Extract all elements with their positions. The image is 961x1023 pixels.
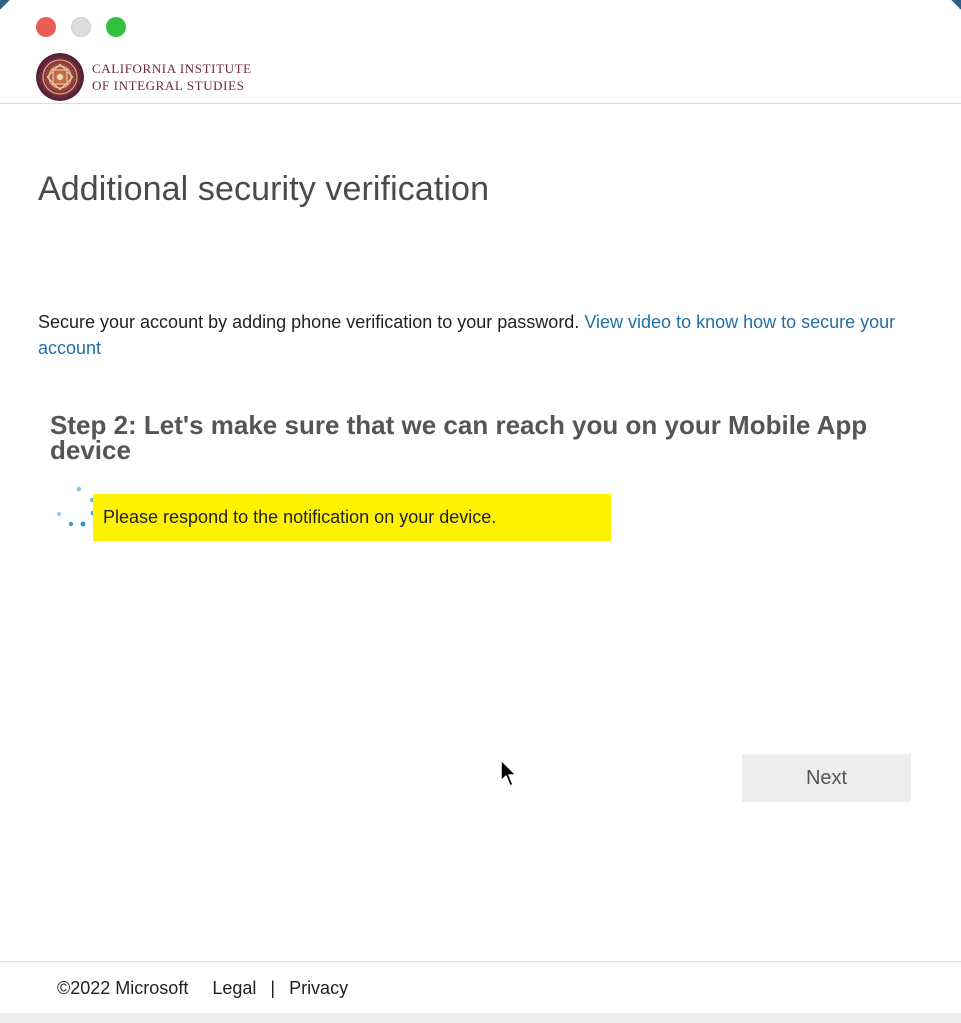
window-controls: [36, 17, 126, 37]
org-logo: California Institute of Integral Studies: [36, 53, 252, 101]
intro-text: Secure your account by adding phone veri…: [38, 309, 923, 361]
page-title: Additional security verification: [38, 170, 490, 208]
header-divider: [0, 103, 961, 104]
close-window-button[interactable]: [36, 17, 56, 37]
footer: ©2022 Microsoft Legal | Privacy: [57, 978, 348, 999]
minimize-window-button[interactable]: [71, 17, 91, 37]
org-name-line2: of Integral Studies: [92, 78, 245, 93]
notification-text: Please respond to the notification on yo…: [103, 507, 497, 527]
copyright-text: ©2022 Microsoft: [57, 978, 189, 998]
browser-window: California Institute of Integral Studies…: [0, 0, 961, 1023]
zoom-window-button[interactable]: [106, 17, 126, 37]
privacy-link[interactable]: Privacy: [289, 978, 348, 999]
org-name: California Institute of Integral Studies: [92, 60, 252, 94]
notification-message: Please respond to the notification on yo…: [93, 494, 611, 541]
legal-link[interactable]: Legal: [212, 978, 256, 999]
next-button[interactable]: Next: [742, 754, 911, 802]
step-title: Step 2: Let's make sure that we can reac…: [50, 410, 868, 465]
mouse-pointer-icon: [500, 759, 520, 789]
mandala-logo-icon: [36, 53, 84, 101]
window-corner-left: [0, 0, 10, 10]
footer-separator: |: [270, 978, 276, 998]
org-name-line1: California Institute: [92, 61, 252, 76]
window-corner-right: [951, 0, 961, 10]
footer-divider: [0, 961, 961, 962]
intro-description: Secure your account by adding phone veri…: [38, 312, 580, 332]
bottom-bar: [0, 1013, 961, 1023]
